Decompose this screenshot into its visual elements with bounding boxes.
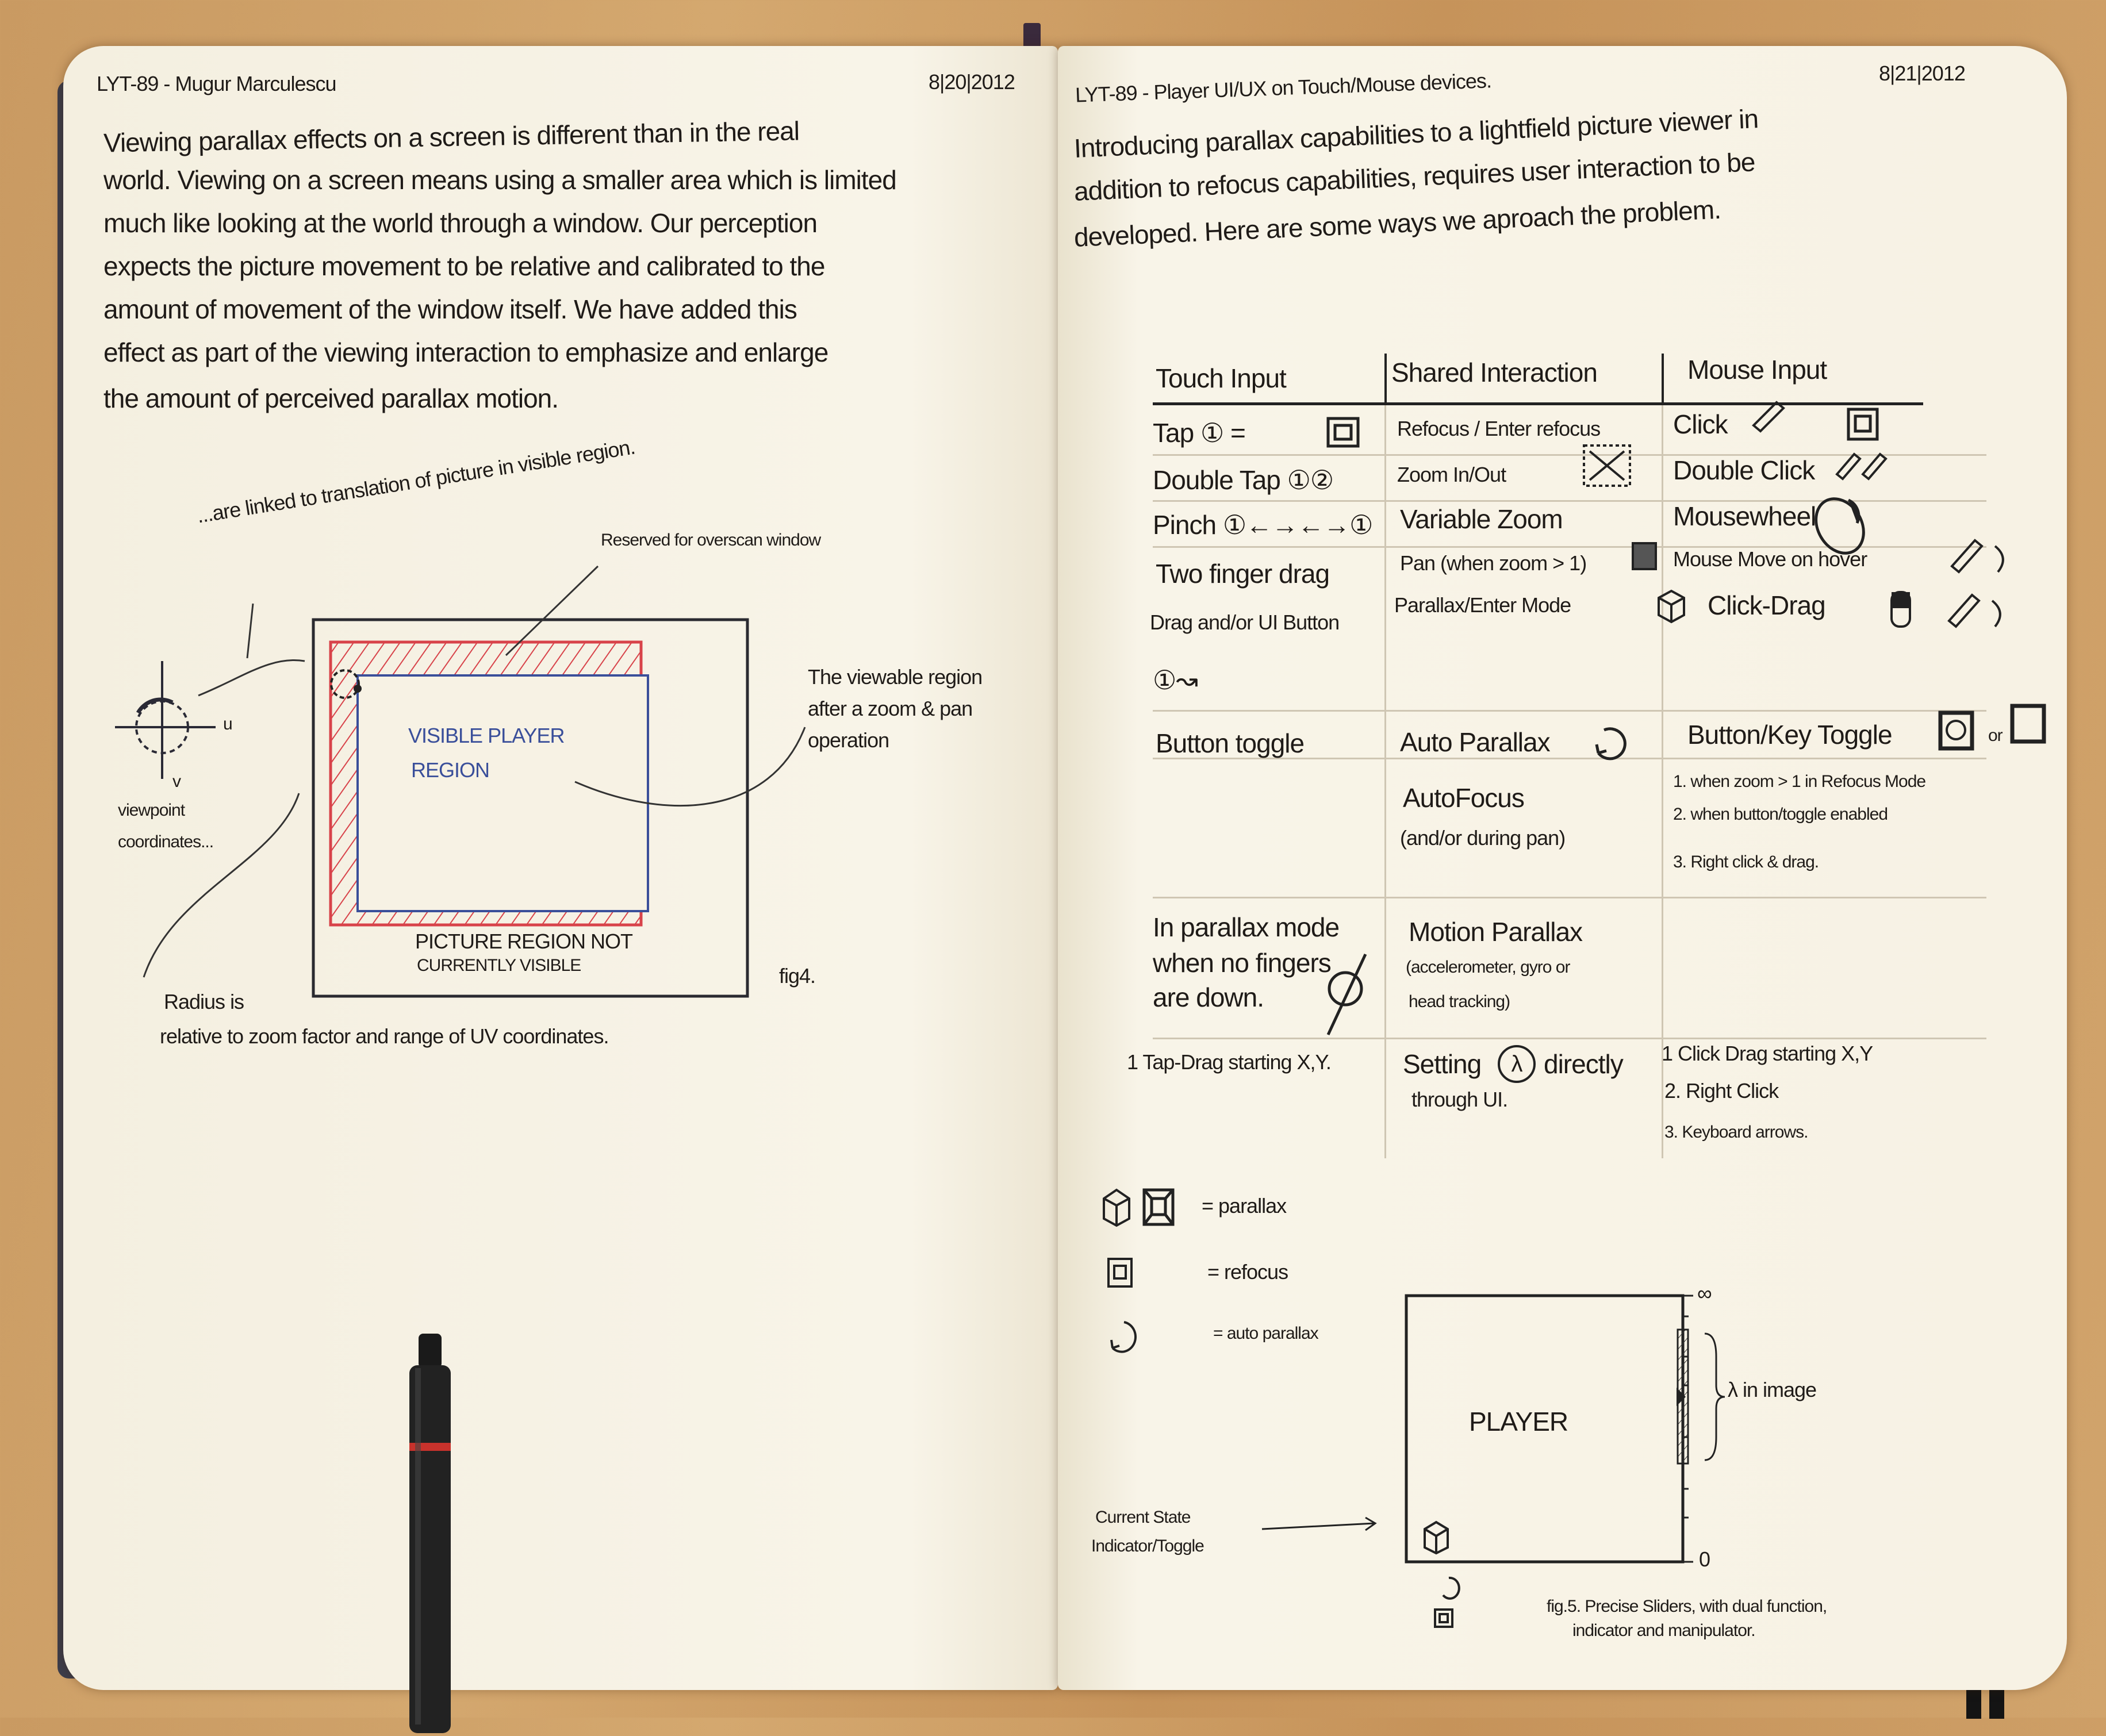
state-toggle-auto-parallax-icon bbox=[1442, 1576, 1460, 1600]
figure5-drawing bbox=[1261, 1294, 1725, 1628]
figure5-caption: indicator and manipulator. bbox=[1572, 1621, 1756, 1640]
player-label: PLAYER bbox=[1469, 1407, 1568, 1437]
state-indicator-label: Indicator/Toggle bbox=[1091, 1537, 1204, 1556]
figure5-caption: fig.5. Precise Sliders, with dual functi… bbox=[1547, 1597, 1827, 1616]
slider-min-label: 0 bbox=[1699, 1547, 1710, 1571]
state-arrow bbox=[1261, 1516, 1377, 1531]
state-toggle-cube-icon bbox=[1424, 1520, 1449, 1555]
lambda-range-label: λ in image bbox=[1728, 1378, 1817, 1401]
slider-max-label: ∞ bbox=[1697, 1281, 1712, 1305]
state-toggle-refocus-icon bbox=[1434, 1608, 1453, 1628]
state-indicator-label: Current State bbox=[1095, 1508, 1191, 1527]
range-brace bbox=[1704, 1332, 1725, 1461]
